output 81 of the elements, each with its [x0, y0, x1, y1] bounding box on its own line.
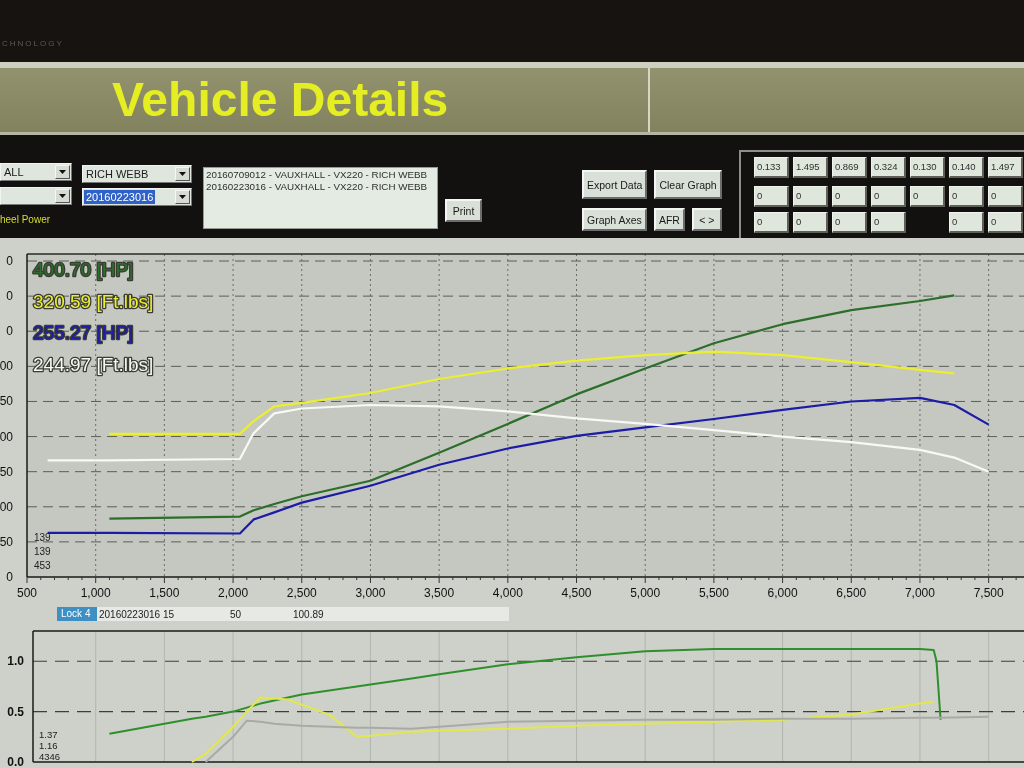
cursor-readout: 1.37 [39, 729, 58, 740]
x-axis-label: 5,500 [698, 586, 729, 600]
lock-value: 20160223016 15 [98, 608, 176, 620]
x-axis-label: 4,500 [561, 586, 592, 600]
list-item[interactable]: 20160709012 - VAUXHALL - VX220 - RICH WEBB [206, 169, 428, 181]
x-axis-label: 3,000 [355, 586, 386, 600]
cursor-readout: 4346 [39, 751, 61, 762]
lock-tag: Lock 4 [57, 607, 97, 621]
x-axis-label: 6,500 [836, 586, 867, 600]
value-field[interactable]: 0 [870, 212, 906, 233]
x-axis-label: 6,000 [767, 586, 798, 600]
value-field[interactable]: 0 [987, 212, 1023, 233]
mode-label: heel Power [0, 214, 52, 225]
y-axis-label: 50 [0, 534, 13, 549]
x-axis-label: 3,500 [424, 586, 455, 600]
value-field[interactable]: 0.133 [753, 157, 789, 178]
cursor-readout: 453 [34, 560, 51, 571]
caret-icon [55, 165, 70, 179]
lock-value: 100.89 [293, 608, 324, 620]
cut-off-axis-label: 0 [6, 324, 13, 339]
value-field[interactable]: 0 [909, 186, 945, 207]
y-axis-label: 0.0 [7, 755, 24, 768]
action-button[interactable]: < > [691, 208, 722, 231]
value-field[interactable]: 1.495 [792, 157, 828, 178]
value-field[interactable]: 0.130 [909, 157, 945, 178]
cut-off-axis-label: 00 [0, 429, 13, 444]
value-field[interactable]: 0 [948, 212, 984, 233]
dropdown[interactable]: RICH WEBB [82, 165, 192, 183]
y-axis-label: 0.5 [7, 704, 24, 719]
x-axis-label: 1,500 [149, 586, 180, 600]
x-axis-label: 5,000 [630, 586, 661, 600]
value-field[interactable]: 0 [792, 212, 828, 233]
y-axis-label: 1.0 [7, 654, 24, 669]
dropdown[interactable] [0, 187, 72, 205]
x-axis-label: 7,500 [973, 586, 1004, 600]
value-field[interactable]: 1.497 [987, 157, 1023, 178]
legend-label: 255.27 [HP] [33, 322, 134, 343]
dropdown[interactable]: 20160223016 [82, 188, 192, 206]
action-button[interactable]: Graph Axes [582, 208, 647, 231]
value-field[interactable]: 0 [831, 212, 867, 233]
value-field[interactable]: 0.869 [831, 157, 867, 178]
value-field[interactable]: 0 [753, 186, 789, 207]
value-field[interactable]: 0 [948, 186, 984, 207]
x-axis-label: 4,000 [492, 586, 523, 600]
caret-icon [55, 189, 70, 203]
cut-off-axis-label: 50 [0, 394, 13, 409]
x-axis-label: 7,000 [904, 586, 935, 600]
x-axis-label: 500 [17, 586, 37, 600]
cursor-readout: 1.16 [39, 740, 58, 751]
x-axis-label: 1,000 [80, 586, 111, 600]
cut-off-axis-label: 0 [6, 254, 13, 268]
window-title: Vehicle Details [112, 76, 449, 124]
cut-off-axis-label: 00 [0, 499, 13, 514]
cut-off-axis-label: 0 [6, 289, 13, 304]
y-axis-label: 0 [6, 570, 13, 584]
value-field[interactable]: 0.140 [948, 157, 984, 178]
caret-icon [175, 190, 190, 204]
x-axis-label: 2,500 [286, 586, 317, 600]
action-button[interactable]: AFR [653, 208, 685, 231]
x-axis-label: 2,000 [218, 586, 249, 600]
caret-icon [175, 167, 190, 181]
list-box[interactable]: 20160709012 - VAUXHALL - VX220 - RICH WEBB 20160223016 - VAUXHALL - VX220 - RICH WEBB [203, 167, 438, 229]
value-field[interactable]: 0 [870, 186, 906, 207]
print-button[interactable]: Print [445, 199, 482, 222]
action-button[interactable]: Clear Graph [654, 170, 722, 199]
value-field[interactable]: 0 [987, 186, 1023, 207]
value-field[interactable]: 0 [753, 212, 789, 233]
action-button[interactable]: Export Data [582, 170, 648, 199]
list-item[interactable]: 20160223016 - VAUXHALL - VX220 - RICH WEBB [206, 181, 428, 193]
value-field[interactable]: 0 [831, 186, 867, 207]
monitor-brand-text: CHNOLOGY [2, 39, 64, 48]
value-field[interactable]: 0.324 [870, 157, 906, 178]
cursor-readout: 139 [34, 546, 51, 557]
dropdown[interactable]: ALL [0, 163, 72, 181]
cursor-readout: 139 [34, 532, 51, 543]
legend-label: 400.70 [HP] [33, 259, 134, 280]
legend-label: 320.59 [Ft.lbs] [33, 290, 154, 312]
value-field[interactable]: 0 [792, 186, 828, 207]
cut-off-axis-label: 50 [0, 464, 13, 479]
cut-off-axis-label: 00 [0, 359, 13, 374]
lock-value: 50 [230, 608, 243, 620]
